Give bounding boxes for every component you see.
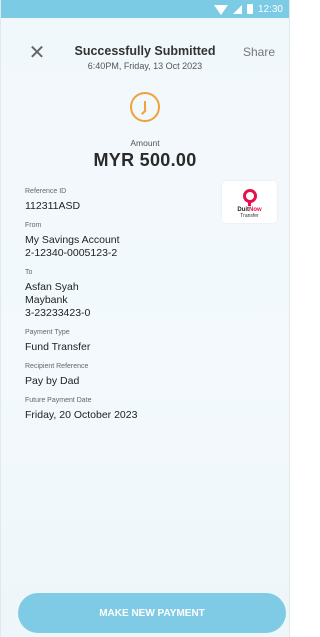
amount-label: Amount xyxy=(130,138,160,148)
from-account-name: My Savings Account xyxy=(25,234,120,246)
field-label: To xyxy=(25,269,33,276)
page-subtitle: 6:40PM, Friday, 13 Oct 2023 xyxy=(87,61,203,71)
field-label: Recipient Reference xyxy=(25,363,89,370)
status-bar: 12:30 xyxy=(1,0,289,18)
field-payment-type: Payment Type Fund Transfer xyxy=(25,329,265,354)
share-button[interactable]: Share xyxy=(243,45,275,59)
header: ✕ Successfully Submitted 6:40PM, Friday,… xyxy=(1,18,289,76)
battery-icon xyxy=(246,4,253,14)
field-label: Payment Type xyxy=(25,329,70,336)
field-value: Pay by Dad xyxy=(25,375,80,387)
duitnow-logo-icon: DuitNow Transfer xyxy=(222,181,277,223)
field-recipient-reference: Recipient Reference Pay by Dad xyxy=(25,363,265,388)
details-section: DuitNow Transfer Reference ID 112311ASD … xyxy=(1,171,289,422)
field-value: Fund Transfer xyxy=(25,341,91,353)
field-to: To Asfan Syah Maybank 3-23233423-0 xyxy=(25,269,265,320)
receipt-screen: 12:30 ✕ Successfully Submitted 6:40PM, F… xyxy=(0,0,290,637)
logo-subtext: Transfer xyxy=(240,213,259,219)
amount-value: MYR 500.00 xyxy=(93,150,197,170)
field-future-payment-date: Future Payment Date Friday, 20 October 2… xyxy=(25,397,265,422)
field-from: From My Savings Account 2-12340-0005123-… xyxy=(25,222,265,260)
status-icon-wrap xyxy=(1,92,289,122)
field-label: From xyxy=(25,222,42,229)
status-time: 12:30 xyxy=(257,3,283,15)
clock-icon xyxy=(130,92,160,122)
to-bank-name: Maybank xyxy=(25,294,68,306)
page-title: Successfully Submitted xyxy=(74,44,216,58)
wifi-icon xyxy=(213,4,228,15)
close-icon[interactable]: ✕ xyxy=(28,43,46,63)
from-account-number: 2-12340-0005123-2 xyxy=(25,247,118,259)
make-new-payment-button[interactable]: MAKE NEW PAYMENT xyxy=(18,593,286,633)
field-value: Friday, 20 October 2023 xyxy=(25,409,138,421)
to-recipient-name: Asfan Syah xyxy=(25,281,79,293)
signal-icon xyxy=(232,4,242,14)
to-account-number: 3-23233423-0 xyxy=(25,307,91,319)
field-label: Future Payment Date xyxy=(25,397,92,404)
